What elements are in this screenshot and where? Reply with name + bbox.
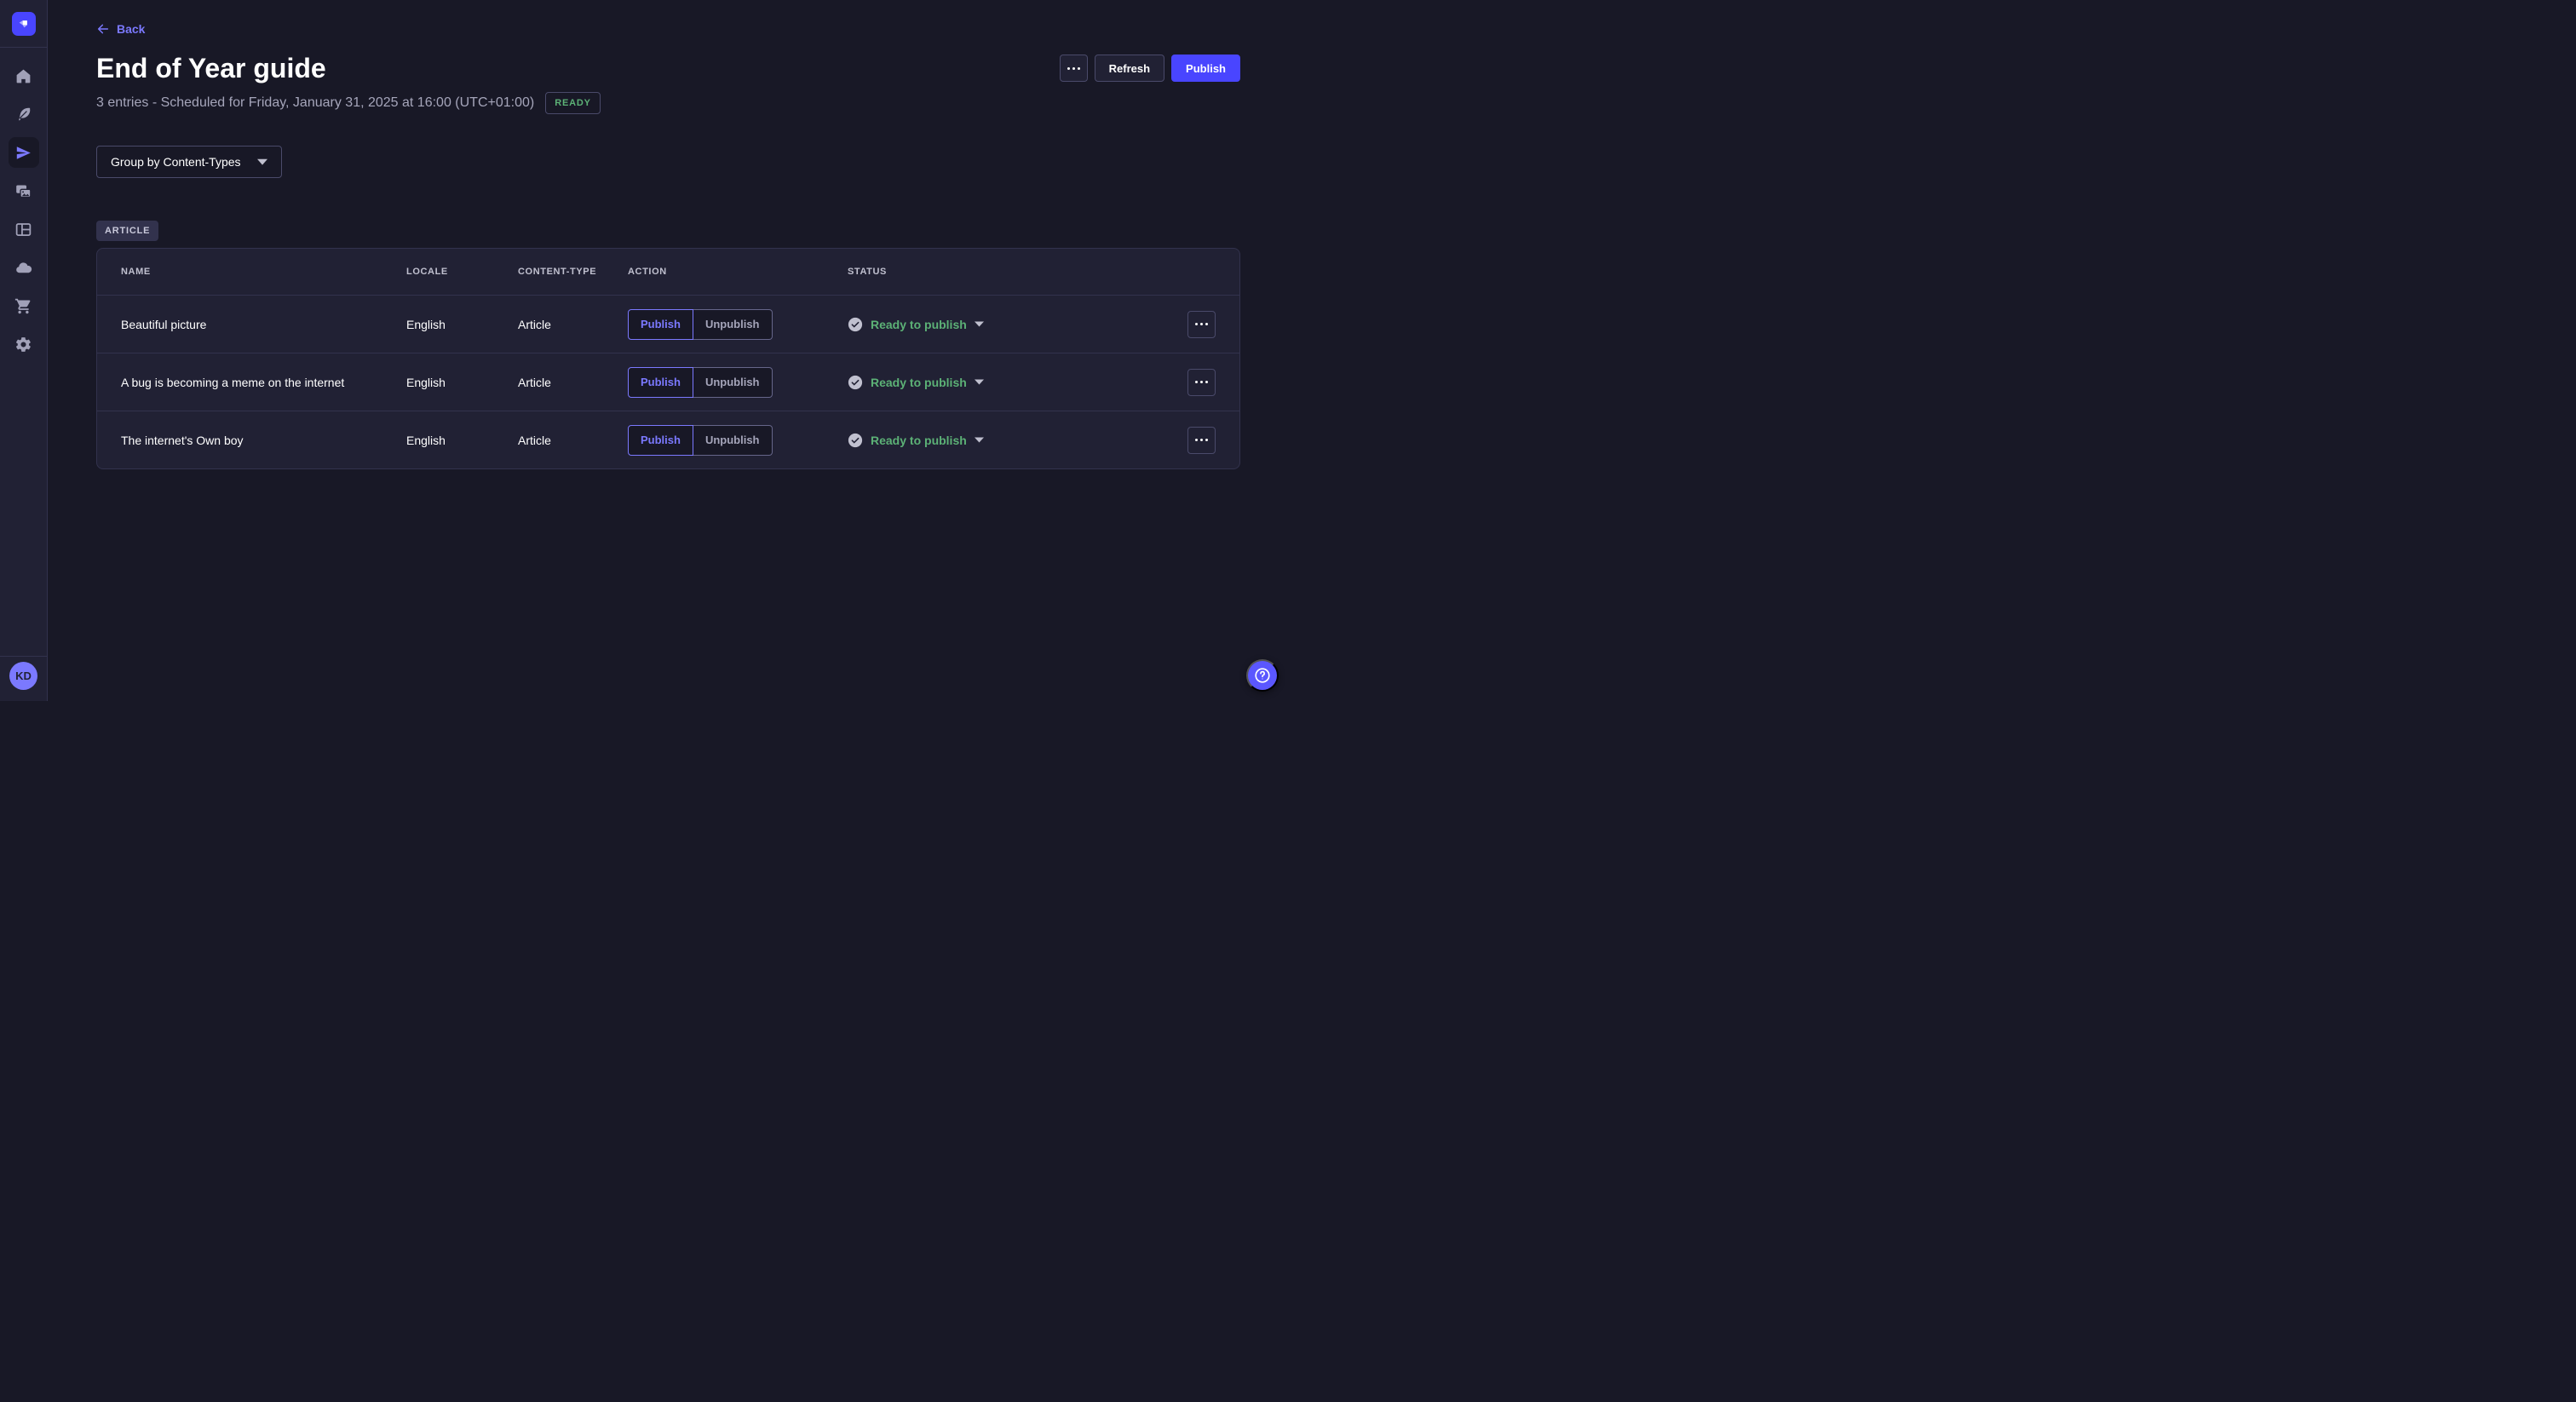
question-circle-icon [1253, 666, 1272, 685]
refresh-button[interactable]: Refresh [1095, 55, 1164, 82]
chevron-down-icon [257, 158, 267, 165]
group-by-select[interactable]: Group by Content-Types [96, 146, 282, 178]
entry-locale: English [406, 318, 518, 331]
content-type-group-badge: ARTICLE [96, 221, 158, 241]
table-header-row: NAME LOCALE CONTENT-TYPE ACTION STATUS [97, 249, 1239, 295]
row-publish-button[interactable]: Publish [628, 425, 693, 456]
strapi-logo[interactable] [12, 12, 36, 36]
ellipsis-icon [1067, 67, 1070, 70]
column-header-content-type: CONTENT-TYPE [518, 267, 628, 277]
release-more-button[interactable] [1060, 55, 1088, 82]
check-circle-icon [848, 317, 863, 332]
cart-icon [14, 297, 32, 315]
status-badge: READY [545, 92, 601, 114]
chevron-down-icon [975, 321, 984, 327]
ellipsis-icon [1195, 323, 1198, 325]
subtitle-row: 3 entries - Scheduled for Friday, Januar… [96, 92, 1240, 114]
header-actions: Refresh Publish [1060, 55, 1240, 82]
help-button[interactable] [1246, 659, 1279, 692]
title-row: End of Year guide Refresh Publish [96, 51, 1240, 85]
groupby-row: Group by Content-Types [96, 146, 1240, 178]
action-segmented-control: Publish Unpublish [628, 367, 848, 398]
sidebar: KD [0, 0, 48, 701]
row-unpublish-button[interactable]: Unpublish [693, 367, 773, 398]
row-unpublish-button[interactable]: Unpublish [693, 425, 773, 456]
cloud-icon [14, 259, 32, 277]
row-unpublish-button[interactable]: Unpublish [693, 309, 773, 340]
sidebar-item-media-library[interactable] [9, 175, 39, 206]
column-header-locale: LOCALE [406, 267, 518, 277]
entry-name: Beautiful picture [121, 318, 406, 331]
publish-button[interactable]: Publish [1171, 55, 1240, 82]
back-link[interactable]: Back [96, 22, 145, 36]
column-header-action: ACTION [628, 267, 848, 277]
avatar[interactable]: KD [9, 662, 37, 690]
check-circle-icon [848, 433, 863, 448]
layout-icon [14, 221, 32, 238]
chevron-down-icon [975, 437, 984, 443]
media-gallery-icon [14, 182, 32, 200]
entry-locale: English [406, 434, 518, 447]
feather-icon [14, 106, 32, 124]
chevron-down-icon [975, 379, 984, 385]
sidebar-footer-divider [0, 656, 47, 657]
paper-plane-icon [14, 144, 32, 162]
ellipsis-icon [1195, 439, 1198, 441]
sidebar-item-content-manager[interactable] [9, 99, 39, 129]
entry-status-dropdown[interactable]: Ready to publish [848, 317, 1181, 332]
table-row: The internet's Own boy English Article P… [97, 411, 1239, 468]
entry-content-type: Article [518, 318, 628, 331]
gear-icon [14, 336, 32, 353]
entry-status-label: Ready to publish [871, 434, 967, 447]
page-title: End of Year guide [96, 51, 326, 85]
app-window: KD Back End of Year guide Refresh [0, 0, 1288, 701]
main-content: Back End of Year guide Refresh Publish 3… [49, 0, 1288, 701]
arrow-left-icon [96, 22, 110, 36]
release-subtitle: 3 entries - Scheduled for Friday, Januar… [96, 95, 534, 111]
ellipsis-icon [1195, 381, 1198, 383]
table-row: Beautiful picture English Article Publis… [97, 295, 1239, 353]
row-publish-button[interactable]: Publish [628, 309, 693, 340]
avatar-initials: KD [15, 669, 32, 682]
entry-status-label: Ready to publish [871, 318, 967, 331]
entry-content-type: Article [518, 376, 628, 389]
column-header-name: NAME [121, 267, 406, 277]
check-circle-icon [848, 375, 863, 390]
group-by-value: Group by Content-Types [111, 155, 241, 169]
entry-name: A bug is becoming a meme on the internet [121, 376, 406, 389]
home-icon [14, 67, 32, 85]
back-label: Back [117, 22, 145, 36]
action-segmented-control: Publish Unpublish [628, 309, 848, 340]
sidebar-item-marketplace[interactable] [9, 290, 39, 321]
sidebar-nav [9, 48, 39, 359]
sidebar-item-home[interactable] [9, 60, 39, 91]
sidebar-item-settings[interactable] [9, 329, 39, 359]
action-segmented-control: Publish Unpublish [628, 425, 848, 456]
entries-table-card: NAME LOCALE CONTENT-TYPE ACTION STATUS B… [96, 248, 1240, 469]
row-more-button[interactable] [1187, 427, 1216, 454]
entry-content-type: Article [518, 434, 628, 447]
entry-status-dropdown[interactable]: Ready to publish [848, 375, 1181, 390]
entry-name: The internet's Own boy [121, 434, 406, 447]
sidebar-footer: KD [0, 656, 47, 701]
back-row: Back [96, 22, 1240, 40]
column-header-status: STATUS [848, 267, 1181, 277]
sidebar-item-deploy[interactable] [9, 252, 39, 283]
row-more-button[interactable] [1187, 311, 1216, 338]
row-publish-button[interactable]: Publish [628, 367, 693, 398]
entry-status-label: Ready to publish [871, 376, 967, 389]
sidebar-item-content-type-builder[interactable] [9, 214, 39, 244]
row-more-button[interactable] [1187, 369, 1216, 396]
entry-status-dropdown[interactable]: Ready to publish [848, 433, 1181, 448]
table-row: A bug is becoming a meme on the internet… [97, 353, 1239, 411]
strapi-logo-icon [16, 16, 32, 32]
sidebar-item-releases[interactable] [9, 137, 39, 168]
entry-locale: English [406, 376, 518, 389]
